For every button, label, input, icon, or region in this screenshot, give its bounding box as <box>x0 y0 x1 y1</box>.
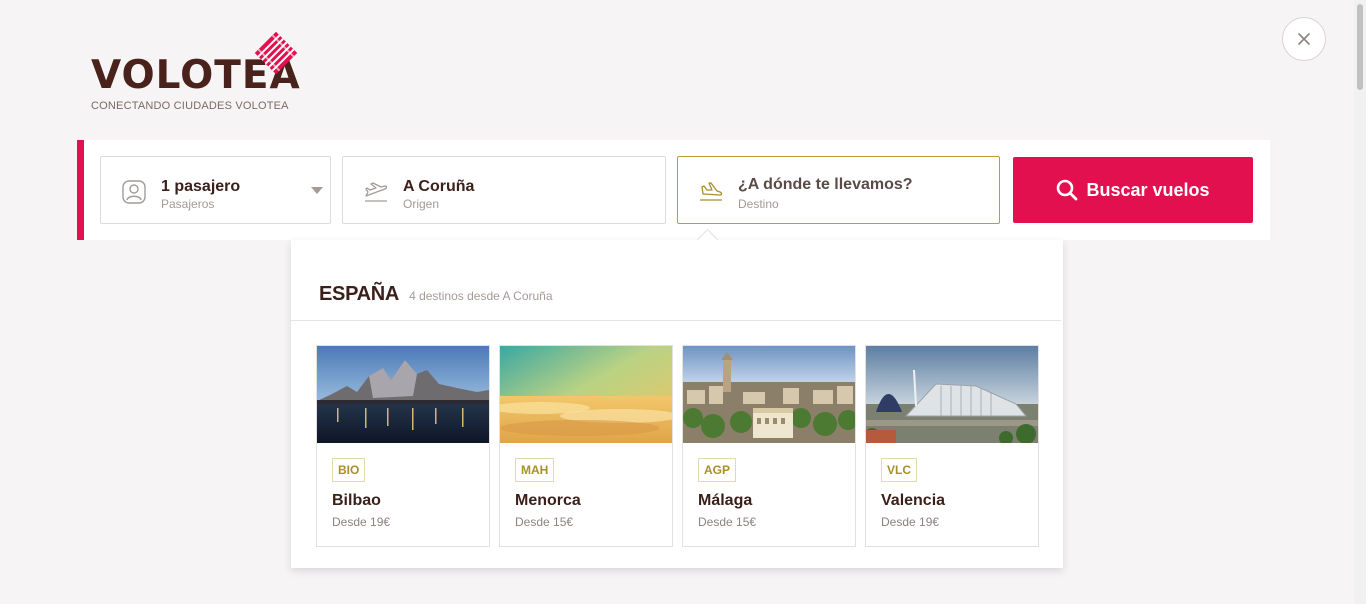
passengers-value: 1 pasajero <box>161 178 241 195</box>
destination-card-malaga[interactable]: AGP Málaga Desde 15€ <box>682 345 856 547</box>
malaga-photo <box>683 346 855 443</box>
scrollbar[interactable] <box>1354 0 1366 604</box>
volotea-logo[interactable]: VOLOTEA CONECTANDO CIUDADES VOLOTEA <box>91 30 311 116</box>
passengers-field[interactable]: 1 pasajero Pasajeros <box>100 156 331 224</box>
landing-icon <box>700 182 723 201</box>
price-from: Desde 15€ <box>698 515 757 529</box>
city-name: Menorca <box>515 492 581 509</box>
dropdown-header: ESPAÑA 4 destinos desde A Coruña <box>319 283 553 306</box>
destination-input[interactable] <box>738 176 978 194</box>
destinations-count: 4 destinos desde A Coruña <box>409 289 553 303</box>
airport-code: MAH <box>515 458 555 482</box>
bilbao-photo <box>317 346 489 443</box>
logo-tagline: CONECTANDO CIUDADES VOLOTEA <box>91 100 289 112</box>
search-flights-button[interactable]: Buscar vuelos <box>1013 157 1253 223</box>
origin-label: Origen <box>403 197 440 211</box>
scrollbar-thumb[interactable] <box>1357 4 1363 90</box>
divider <box>291 320 1061 321</box>
airport-code: BIO <box>332 458 366 482</box>
chevron-down-icon[interactable] <box>311 187 323 194</box>
destination-field[interactable]: Destino <box>677 156 1000 224</box>
city-name: Valencia <box>881 492 946 509</box>
airport-code: VLC <box>881 458 917 482</box>
search-flights-label: Buscar vuelos <box>1086 179 1210 200</box>
takeoff-icon <box>365 182 388 202</box>
city-name: Málaga <box>698 492 753 509</box>
country-title: ESPAÑA <box>319 283 400 305</box>
destinations-dropdown: ESPAÑA 4 destinos desde A Coruña BIO Bil… <box>291 228 1063 568</box>
origin-field[interactable]: A Coruña Origen <box>342 156 666 224</box>
price-from: Desde 19€ <box>881 515 940 529</box>
close-button[interactable] <box>1282 17 1326 61</box>
airport-code: AGP <box>698 458 737 482</box>
flight-search-bar: 1 pasajero Pasajeros A Coruña Origen Des… <box>77 140 1270 240</box>
price-from: Desde 15€ <box>515 515 574 529</box>
destination-cards: BIO Bilbao Desde 19€ MAH Menorca Desde 1… <box>316 345 1039 547</box>
destination-card-valencia[interactable]: VLC Valencia Desde 19€ <box>865 345 1039 547</box>
destination-card-bilbao[interactable]: BIO Bilbao Desde 19€ <box>316 345 490 547</box>
close-icon <box>1298 33 1310 45</box>
city-name: Bilbao <box>332 492 381 509</box>
price-from: Desde 19€ <box>332 515 391 529</box>
menorca-photo <box>500 346 672 443</box>
person-icon <box>122 180 146 204</box>
destination-label: Destino <box>738 197 779 211</box>
valencia-photo <box>866 346 1038 443</box>
origin-value: A Coruña <box>403 178 475 195</box>
passengers-label: Pasajeros <box>161 197 215 211</box>
search-icon <box>1057 179 1078 201</box>
logo-mark-icon <box>254 31 298 75</box>
destination-card-menorca[interactable]: MAH Menorca Desde 15€ <box>499 345 673 547</box>
